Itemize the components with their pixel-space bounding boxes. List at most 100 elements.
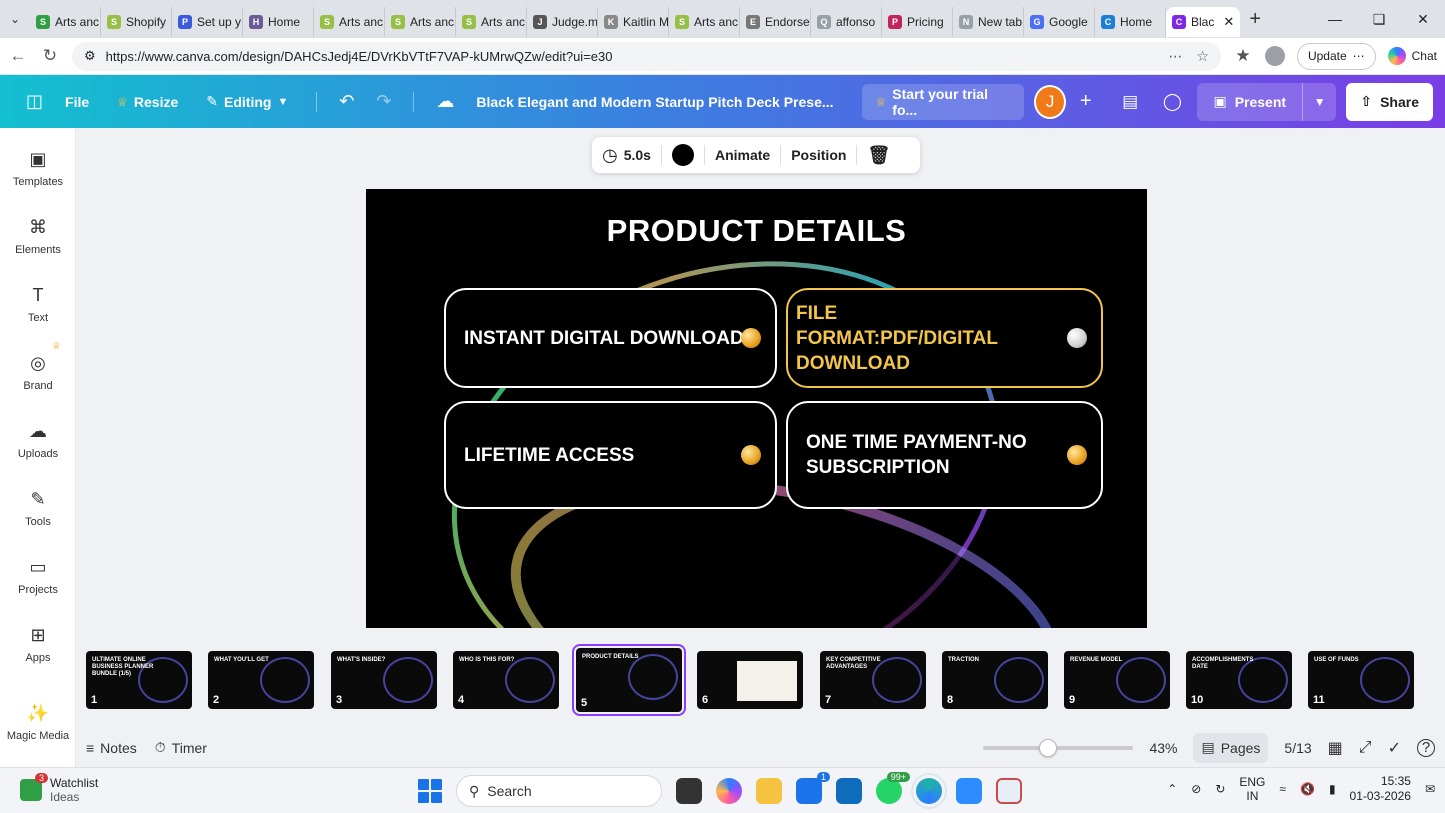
store-app-icon[interactable]: 1 [796,772,830,804]
site-info-icon[interactable]: ⚙ [84,48,96,64]
sidebar-item-projects[interactable]: ▭ Projects [0,556,76,596]
page-thumbnail[interactable]: 6 [697,651,803,709]
page-thumbnail[interactable]: PRODUCT DETAILS 5 [572,644,686,716]
sidebar-item-apps[interactable]: ⊞ Apps [0,624,76,664]
tab-active-canva[interactable]: C Blac ✕ [1166,7,1241,37]
photos-app-icon[interactable] [956,778,982,804]
wifi-icon[interactable]: ≈ [1279,782,1286,796]
invite-plus-icon[interactable]: + [1072,88,1099,116]
check-circle-icon[interactable]: ✓ [1388,738,1401,758]
file-menu-button[interactable]: File [65,94,89,110]
close-tab-icon[interactable]: ✕ [1223,14,1234,30]
document-title[interactable]: Black Elegant and Modern Startup Pitch D… [476,94,833,110]
timer-button[interactable]: ⏱ Timer [155,739,207,756]
battery-icon[interactable]: ▮ [1329,782,1336,796]
sync-icon[interactable]: ↻ [1215,782,1225,796]
user-avatar[interactable]: J [1033,84,1067,119]
page-thumbnail[interactable]: KEY COMPETITIVE ADVANTAGES 7 [820,651,926,709]
notification-bell-icon[interactable]: ✉ [1425,782,1435,796]
browser-tab[interactable]: P Pricing [882,7,953,37]
sidebar-item-tools[interactable]: ✎ Tools [0,488,76,528]
browser-tab[interactable]: S Arts anc [385,7,456,37]
profile-avatar[interactable] [1264,46,1285,66]
editing-mode-button[interactable]: ✎ Editing ▼ [206,93,288,110]
page-thumbnail[interactable]: ACCOMPLISHMENTS DATE 10 [1186,651,1292,709]
duration-button[interactable]: ◷ 5.0s [602,145,651,166]
browser-tab[interactable]: P Set up y [172,7,243,37]
sidebar-item-magic-media[interactable]: ✨ Magic Media [0,702,76,742]
new-tab-button[interactable]: + [1240,8,1270,31]
browser-tab[interactable]: S Arts anc [456,7,527,37]
notes-button[interactable]: ≡ Notes [86,740,137,756]
browser-tab[interactable]: Qaffonso [811,7,882,37]
grid-view-icon[interactable]: ▦ [1328,738,1343,758]
taskbar-search[interactable]: ⚲ Search [456,775,662,807]
zoom-slider[interactable] [983,738,1134,757]
undo-icon[interactable]: ↶ [339,91,354,112]
sidebar-item-brand[interactable]: ◎ Brand [0,352,76,392]
language-indicator[interactable]: ENG IN [1239,775,1265,803]
browser-tab[interactable]: H Home [243,7,314,37]
browser-tab[interactable]: J Judge.m [527,7,598,37]
reload-icon[interactable]: ↻ [40,46,60,66]
detail-card-4[interactable]: ONE TIME PAYMENT-NO SUBSCRIPTION [786,401,1103,509]
pages-button[interactable]: ▤ Pages [1193,732,1269,763]
copilot-app-icon[interactable] [716,778,742,804]
watchlist-widget[interactable]: 3 Watchlist Ideas [20,773,98,804]
network-off-icon[interactable]: ⊘ [1191,782,1201,796]
clock[interactable]: 15:35 01-03-2026 [1350,774,1411,804]
browser-tab[interactable]: N New tab [953,7,1024,37]
zoom-slider-handle[interactable] [1038,738,1057,757]
detail-card-1[interactable]: INSTANT DIGITAL DOWNLOAD [444,288,777,388]
sidebar-item-templates[interactable]: ▣ Templates [0,148,76,188]
browser-tab[interactable]: S Arts anc [30,7,101,37]
more-options-icon[interactable]: ⋯ [1168,48,1182,65]
present-dropdown-chevron-icon[interactable]: ▼ [1302,82,1337,121]
back-icon[interactable]: ← [8,46,28,66]
browser-tab[interactable]: K Kaitlin M [598,7,669,37]
browser-tab[interactable]: G Google [1024,7,1095,37]
snipping-tool-icon[interactable] [996,778,1022,804]
browser-tab[interactable]: C Home [1095,7,1166,37]
whatsapp-app-icon[interactable]: 99+ [876,772,910,804]
redo-icon[interactable]: ↷ [376,91,391,112]
present-button[interactable]: ▣ Present [1197,82,1303,121]
resize-button[interactable]: ♕ Resize [117,94,178,110]
volume-muted-icon[interactable]: 🔇 [1300,782,1315,796]
fullscreen-icon[interactable]: ⤢ [1359,739,1372,757]
page-thumbnail[interactable]: USE OF FUNDS 11 [1308,651,1414,709]
star-icon[interactable]: ☆ [1196,48,1209,65]
copilot-chat-button[interactable]: Chat [1387,47,1437,65]
edge-browser-icon[interactable] [911,773,947,809]
page-thumbnail[interactable]: WHO IS THIS FOR? 4 [453,651,559,709]
tab-search-chevron-icon[interactable]: ⌄ [0,0,30,38]
background-color-swatch[interactable] [671,144,694,166]
page-thumbnail[interactable]: WHAT YOU'LL GET 2 [208,651,314,709]
sidebar-item-elements[interactable]: ⌘ Elements [0,216,76,256]
chevron-up-icon[interactable]: ⌃ [1167,782,1177,796]
sidebar-item-uploads[interactable]: ☁ Uploads [0,420,76,460]
browser-tab[interactable]: E Endorse [740,7,811,37]
browser-tab[interactable]: S Arts anc [669,7,740,37]
position-button[interactable]: Position [791,147,846,163]
windows-start-icon[interactable] [418,779,442,803]
page-thumbnail[interactable]: REVENUE MODEL 9 [1064,651,1170,709]
maximize-icon[interactable]: ❏ [1357,11,1401,28]
url-field[interactable]: ⚙ https://www.canva.com/design/DAHCsJedj… [72,41,1221,71]
comment-icon[interactable]: ◯ [1155,84,1189,120]
trash-icon[interactable]: 🗑 [867,145,890,166]
help-icon[interactable]: ? [1417,738,1435,757]
page-thumbnail[interactable]: WHAT'S INSIDE? 3 [331,651,437,709]
animate-button[interactable]: Animate [715,147,770,163]
terminal-app-icon[interactable] [676,778,702,804]
update-button[interactable]: Update ⋯ [1296,42,1376,70]
browser-tab[interactable]: S Arts anc [314,7,385,37]
page-thumbnail[interactable]: TRACTION 8 [942,651,1048,709]
minimize-icon[interactable]: — [1313,11,1357,28]
page-thumbnail[interactable]: ULTIMATE ONLINE BUSINESS PLANNER BUNDLE … [86,651,192,709]
favorites-icon[interactable]: ★ [1233,46,1253,66]
start-trial-button[interactable]: ♕ Start your trial fo... [861,83,1024,120]
share-button[interactable]: ⇧ Share [1346,82,1433,121]
slide-canvas[interactable]: PRODUCT DETAILS INSTANT DIGITAL DOWNLOAD… [366,189,1147,628]
close-window-icon[interactable]: ✕ [1401,11,1445,28]
